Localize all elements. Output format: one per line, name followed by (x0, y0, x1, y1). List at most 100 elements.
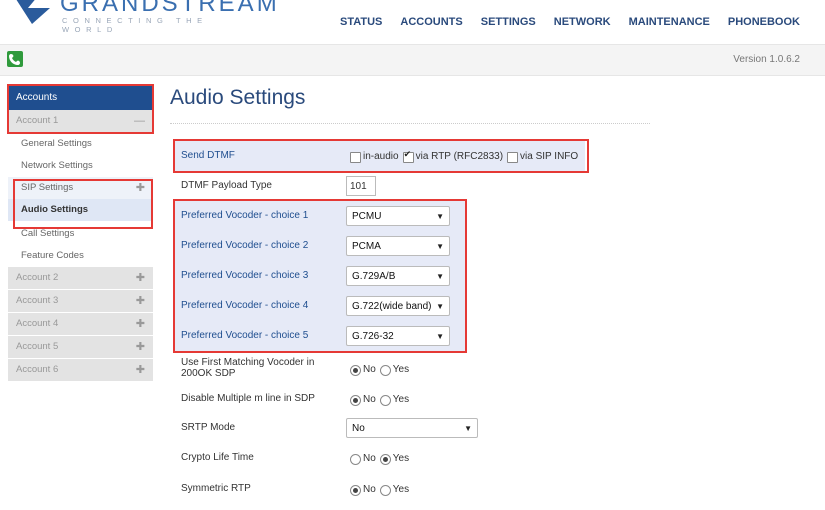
via-rtp-checkbox[interactable] (402, 149, 414, 163)
sidebar-item-general-settings[interactable]: General Settings (8, 133, 153, 155)
toolbar: Version 1.0.6.2 (0, 44, 825, 76)
sidebar-account-6[interactable]: Account 6 ✚ (8, 359, 153, 382)
srtp-mode-value: No (352, 423, 365, 434)
vocoder-4-select[interactable]: G.722(wide band) ▼ (346, 296, 450, 316)
dtmf-payload-input[interactable]: 101 (346, 176, 376, 196)
symmetric-rtp-no-radio[interactable] (350, 484, 361, 496)
minus-icon[interactable]: — (134, 110, 145, 132)
dropdown-arrow-icon: ▼ (436, 302, 444, 311)
grandstream-logo[interactable]: GRANDSTREAM CONNECTING THE WORLD (8, 0, 277, 34)
vocoder-2-select[interactable]: PCMA ▼ (346, 236, 450, 256)
sidebar: Accounts Account 1 — General Settings Ne… (8, 86, 153, 382)
divider (170, 123, 650, 124)
vocoder-5-value: G.726-32 (352, 331, 394, 342)
symmetric-rtp-yes-radio[interactable] (379, 484, 391, 496)
sidebar-account-4-label: Account 4 (16, 318, 59, 329)
plus-icon[interactable]: ✚ (136, 177, 145, 199)
vocoder-row: Preferred Vocoder - choice 3 G.729A/B ▼ (175, 261, 465, 291)
plus-icon[interactable]: ✚ (136, 313, 145, 335)
sidebar-account-1-label: Account 1 (16, 115, 59, 126)
symmetric-rtp-no-label: No (363, 483, 376, 495)
in-audio-checkbox[interactable] (350, 151, 361, 163)
dropdown-arrow-icon: ▼ (464, 424, 472, 433)
sidebar-item-feature-codes[interactable]: Feature Codes (8, 245, 153, 267)
sidebar-header-accounts[interactable]: Accounts (8, 86, 153, 110)
sidebar-account-6-label: Account 6 (16, 364, 59, 375)
dropdown-arrow-icon: ▼ (436, 332, 444, 341)
dropdown-arrow-icon: ▼ (436, 242, 444, 251)
logo-tagline: CONNECTING THE WORLD (62, 16, 208, 34)
vocoder-1-label: Preferred Vocoder - choice 1 (181, 210, 309, 221)
symmetric-rtp-label: Symmetric RTP (181, 483, 251, 494)
send-dtmf-label: Send DTMF (181, 150, 235, 161)
vocoder-1-value: PCMU (352, 211, 382, 222)
version-label: Version 1.0.6.2 (733, 54, 800, 65)
nav-settings[interactable]: SETTINGS (481, 16, 536, 28)
via-sip-info-checkbox[interactable] (507, 151, 519, 163)
sidebar-account-5-label: Account 5 (16, 341, 59, 352)
vocoder-1-select[interactable]: PCMU ▼ (346, 206, 450, 226)
page-title: Audio Settings (170, 86, 306, 109)
sidebar-account-2[interactable]: Account 2 ✚ (8, 267, 153, 290)
sidebar-item-network-settings[interactable]: Network Settings (8, 155, 153, 177)
vocoder-row: Preferred Vocoder - choice 1 PCMU ▼ (175, 201, 465, 231)
vocoder-4-value: G.722(wide band) (352, 301, 432, 312)
nav-network[interactable]: NETWORK (554, 16, 611, 28)
disable-m-line-no-label: No (363, 393, 376, 405)
first-match-yes-radio[interactable] (379, 364, 391, 376)
srtp-mode-select[interactable]: No ▼ (346, 418, 478, 438)
first-match-yes-label: Yes (392, 363, 410, 375)
dropdown-arrow-icon: ▼ (436, 272, 444, 281)
sidebar-account-5[interactable]: Account 5 ✚ (8, 336, 153, 359)
first-match-label-line1: Use First Matching Vocoder in (181, 357, 315, 368)
plus-icon[interactable]: ✚ (136, 336, 145, 358)
phone-icon[interactable] (7, 51, 23, 67)
via-rtp-label: via RTP (RFC2833) (415, 150, 504, 162)
crypto-life-time-row: Crypto Life Time No Yes (175, 443, 655, 473)
via-sip-info-label: via SIP INFO (520, 150, 579, 162)
disable-m-line-yes-radio[interactable] (379, 394, 391, 406)
first-match-no-radio[interactable] (350, 364, 361, 376)
vocoder-2-value: PCMA (352, 241, 381, 252)
vocoder-2-label: Preferred Vocoder - choice 2 (181, 240, 309, 251)
symmetric-rtp-row: Symmetric RTP No Yes (175, 474, 655, 504)
nav-phonebook[interactable]: PHONEBOOK (728, 16, 800, 28)
sidebar-account-4[interactable]: Account 4 ✚ (8, 313, 153, 336)
first-match-row: Use First Matching Vocoder in 200OK SDP N… (175, 354, 655, 384)
sidebar-account-3[interactable]: Account 3 ✚ (8, 290, 153, 313)
in-audio-label: in-audio (363, 150, 399, 162)
crypto-life-time-yes-radio[interactable] (379, 453, 391, 465)
disable-m-line-no-radio[interactable] (350, 394, 361, 406)
vocoder-5-label: Preferred Vocoder - choice 5 (181, 330, 309, 341)
first-match-label: Use First Matching Vocoder in 200OK SDP (181, 357, 314, 379)
dropdown-arrow-icon: ▼ (436, 212, 444, 221)
plus-icon[interactable]: ✚ (136, 267, 145, 289)
sidebar-item-call-settings[interactable]: Call Settings (8, 223, 153, 245)
srtp-mode-label: SRTP Mode (181, 422, 236, 433)
nav-maintenance[interactable]: MAINTENANCE (629, 16, 710, 28)
dtmf-payload-row: DTMF Payload Type 101 (175, 171, 655, 201)
send-dtmf-row: Send DTMF in-audio via RTP (RFC2833) via… (175, 141, 585, 171)
sidebar-item-audio-settings[interactable]: Audio Settings (8, 199, 153, 221)
crypto-life-time-no-label: No (363, 452, 376, 464)
sidebar-account-2-label: Account 2 (16, 272, 59, 283)
send-dtmf-options: in-audio via RTP (RFC2833) via SIP INFO (346, 141, 578, 171)
vocoder-row: Preferred Vocoder - choice 2 PCMA ▼ (175, 231, 465, 261)
vocoder-3-value: G.729A/B (352, 271, 396, 282)
logo-mark-icon (16, 0, 50, 24)
crypto-life-time-no-radio[interactable] (350, 453, 361, 465)
top-nav: STATUS ACCOUNTS SETTINGS NETWORK MAINTEN… (340, 16, 800, 28)
vocoder-5-select[interactable]: G.726-32 ▼ (346, 326, 450, 346)
nav-status[interactable]: STATUS (340, 16, 382, 28)
plus-icon[interactable]: ✚ (136, 290, 145, 312)
vocoder-4-label: Preferred Vocoder - choice 4 (181, 300, 309, 311)
sidebar-account-1[interactable]: Account 1 — (8, 110, 153, 133)
header: GRANDSTREAM CONNECTING THE WORLD STATUS … (0, 0, 825, 44)
first-match-no-label: No (363, 363, 376, 375)
nav-accounts[interactable]: ACCOUNTS (400, 16, 462, 28)
vocoder-3-label: Preferred Vocoder - choice 3 (181, 270, 309, 281)
vocoder-3-select[interactable]: G.729A/B ▼ (346, 266, 450, 286)
vocoder-row: Preferred Vocoder - choice 4 G.722(wide … (175, 291, 465, 321)
sidebar-item-sip-settings[interactable]: SIP Settings ✚ (8, 177, 153, 199)
plus-icon[interactable]: ✚ (136, 359, 145, 381)
